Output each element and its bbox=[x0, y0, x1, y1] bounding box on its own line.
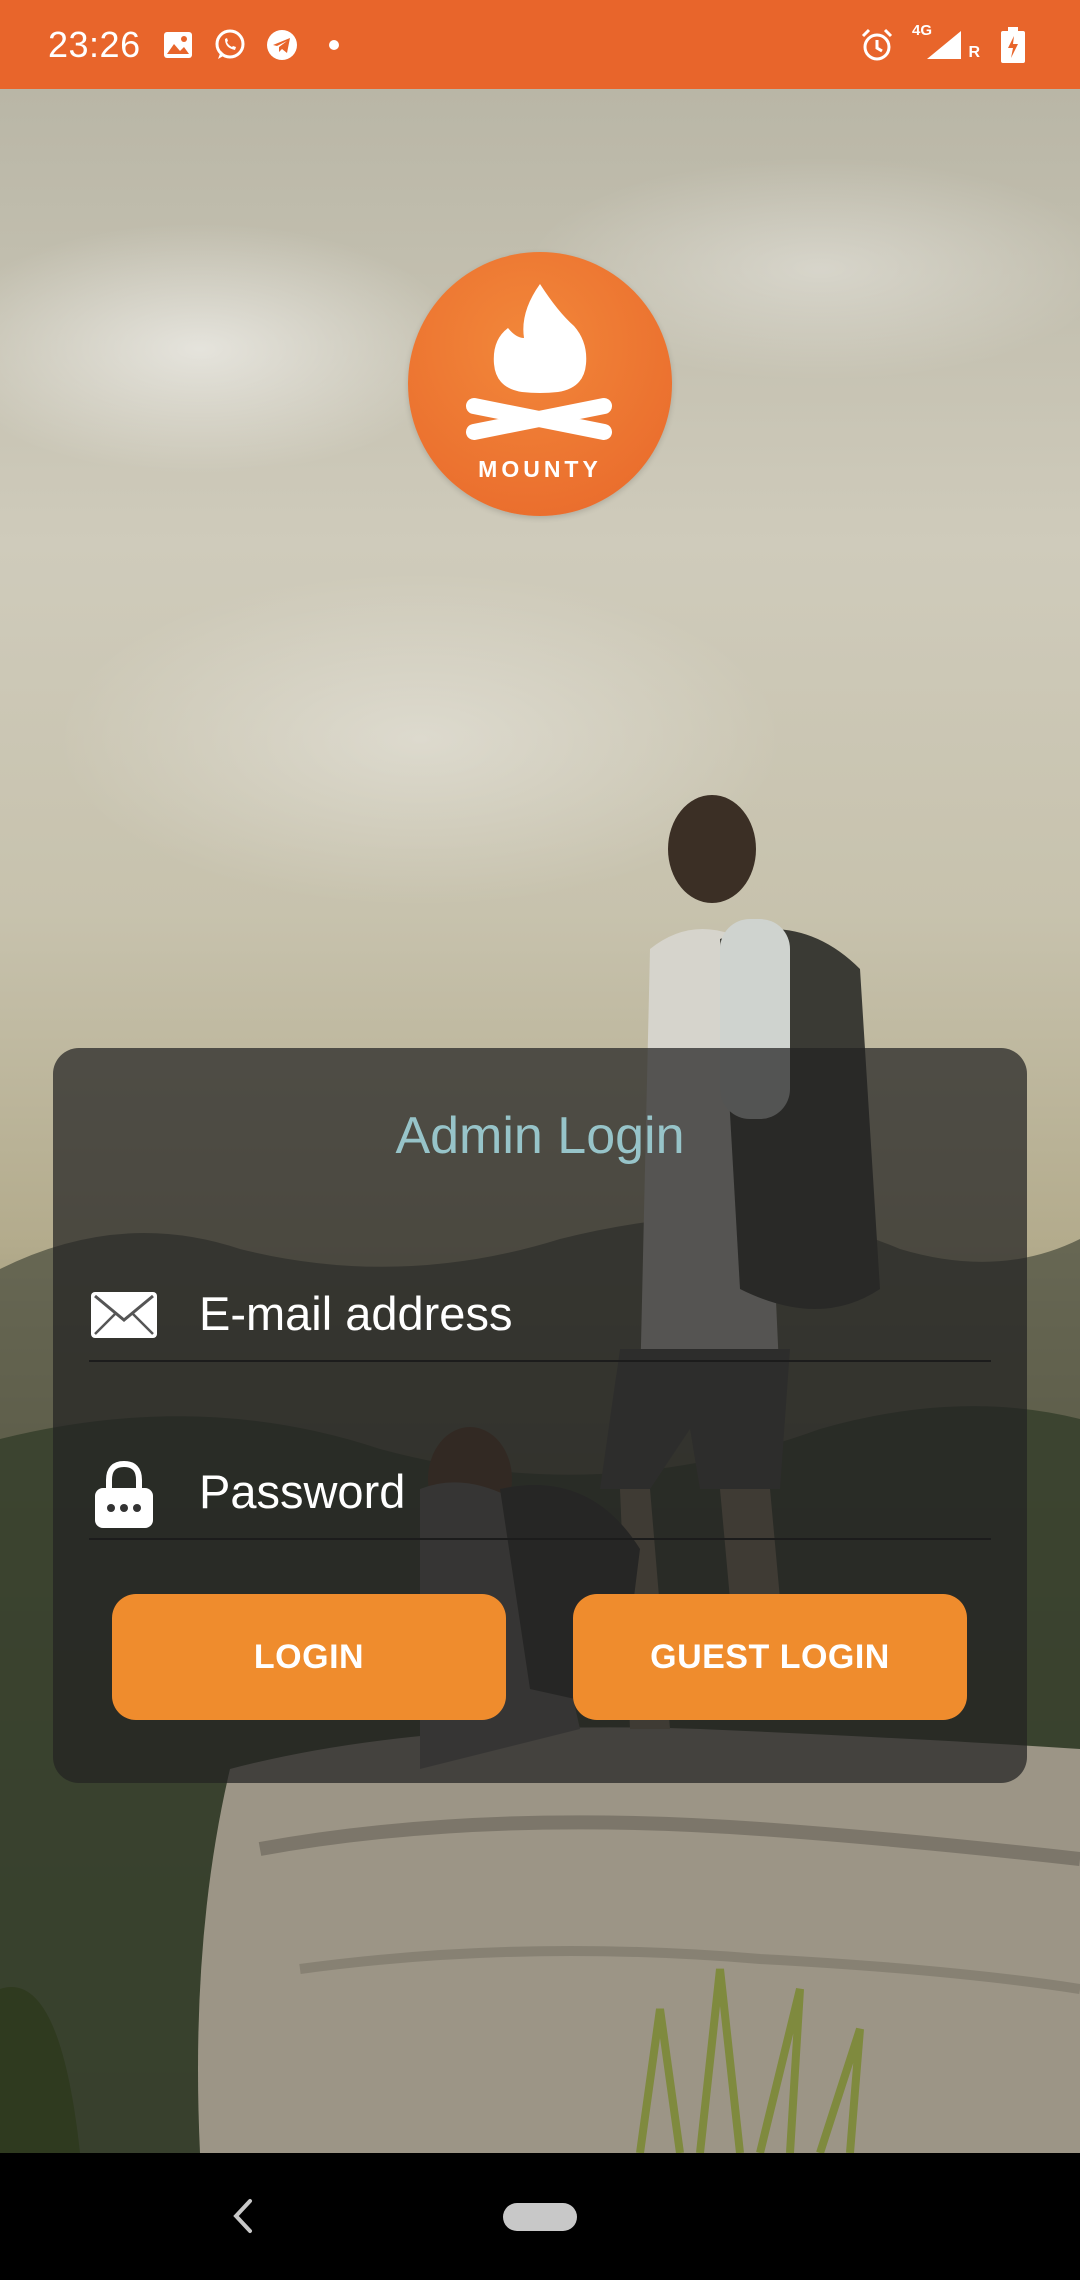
back-icon[interactable] bbox=[222, 2193, 262, 2239]
email-field[interactable]: E-mail address bbox=[89, 1270, 991, 1362]
password-field[interactable]: Password bbox=[89, 1448, 991, 1540]
mail-icon bbox=[89, 1282, 159, 1348]
battery-icon bbox=[994, 26, 1032, 64]
telegram-icon bbox=[263, 26, 301, 64]
whatsapp-icon bbox=[211, 26, 249, 64]
navigation-bar bbox=[0, 2153, 1080, 2280]
status-left: 23:26 bbox=[48, 24, 353, 66]
card-title: Admin Login bbox=[395, 1107, 685, 1165]
lock-icon bbox=[89, 1460, 159, 1528]
system-icons: 4G R bbox=[858, 22, 1032, 64]
app-logo: MOUNTY bbox=[408, 252, 672, 516]
roaming-label: R bbox=[968, 43, 980, 61]
notification-icons bbox=[159, 26, 353, 64]
signal-icon: 4G R bbox=[910, 22, 980, 64]
guest-login-button[interactable]: GUEST LOGIN bbox=[573, 1594, 967, 1720]
network-label: 4G bbox=[912, 21, 933, 39]
login-card: Admin Login E-mail address Password LOGI… bbox=[53, 1048, 1027, 1783]
status-bar: 23:26 4G R bbox=[0, 0, 1080, 89]
logo-text: MOUNTY bbox=[478, 456, 602, 482]
login-button[interactable]: LOGIN bbox=[112, 1594, 506, 1720]
home-pill-icon[interactable] bbox=[503, 2203, 577, 2231]
email-placeholder: E-mail address bbox=[199, 1287, 513, 1340]
alarm-icon bbox=[858, 26, 896, 64]
password-placeholder: Password bbox=[199, 1465, 406, 1518]
image-icon bbox=[159, 26, 197, 64]
status-time: 23:26 bbox=[48, 23, 141, 65]
dot-icon bbox=[315, 26, 353, 64]
